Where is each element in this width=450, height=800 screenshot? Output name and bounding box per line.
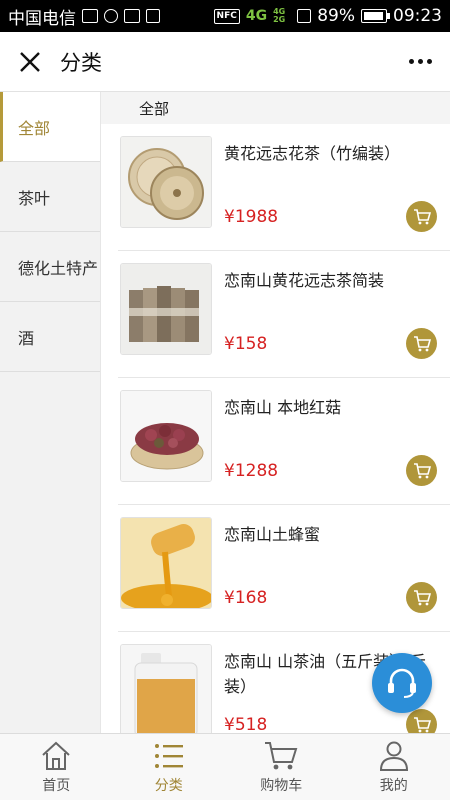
product-item[interactable]: 恋南山土蜂蜜 ¥168 <box>118 505 450 632</box>
sidebar-item-tea[interactable]: 茶叶 <box>0 162 100 232</box>
add-to-cart-button[interactable] <box>406 201 437 232</box>
user-icon <box>379 741 408 771</box>
tab-cart[interactable]: 购物车 <box>225 734 338 800</box>
nfc-icon: NFC <box>213 8 240 24</box>
close-icon <box>20 51 40 72</box>
tab-profile[interactable]: 我的 <box>338 734 450 800</box>
product-list-panel: 全部 黄花远志花茶（竹编装） ¥1988 恋南山黄花远志茶简装 ¥158 恋南山… <box>101 92 450 733</box>
status-bar: 中国电信 NFC 4G 4G 2G 89% 09:23 <box>0 0 450 32</box>
cart-icon <box>413 716 431 732</box>
keyboard-notification-icon <box>124 9 140 23</box>
tab-label: 分类 <box>154 778 183 794</box>
add-to-cart-button[interactable] <box>406 328 437 359</box>
tab-label: 首页 <box>42 778 71 794</box>
tab-category[interactable]: 分类 <box>113 734 226 800</box>
product-item[interactable]: 恋南山 本地红菇 ¥1288 <box>118 378 450 505</box>
product-name: 恋南山黄花远志茶简装 <box>224 271 385 290</box>
tab-home[interactable]: 首页 <box>0 734 113 800</box>
signal-icon <box>297 9 312 23</box>
sidebar-item-dehua-specialty[interactable]: 德化土特产 <box>0 232 100 302</box>
product-price: ¥168 <box>224 588 268 608</box>
product-name: 黄花远志花茶（竹编装） <box>224 144 401 163</box>
tab-label: 购物车 <box>260 778 303 794</box>
cart-icon <box>265 742 298 770</box>
huawei-notification-icon <box>104 9 118 23</box>
clock: 09:23 <box>393 6 442 26</box>
battery-icon <box>361 9 390 23</box>
image-notification-icon <box>82 9 98 23</box>
sidebar-item-all[interactable]: 全部 <box>0 92 100 162</box>
tab-label: 我的 <box>379 778 408 794</box>
network-dual-icon: 4G 2G <box>273 7 286 24</box>
add-to-cart-button[interactable] <box>406 455 437 486</box>
more-button[interactable] <box>390 32 450 92</box>
carrier-name: 中国电信 <box>8 8 76 29</box>
home-icon <box>42 741 70 770</box>
product-price: ¥1988 <box>224 207 279 227</box>
product-image[interactable] <box>120 517 212 609</box>
product-item[interactable]: 恋南山黄花远志茶简装 ¥158 <box>118 251 450 378</box>
product-image[interactable] <box>120 390 212 482</box>
product-price: ¥158 <box>224 334 268 354</box>
cart-icon <box>413 589 431 605</box>
product-price: ¥518 <box>224 715 268 733</box>
cart-icon <box>413 462 431 478</box>
product-image[interactable] <box>120 263 212 355</box>
bottom-tab-bar: 首页 分类 购物车 我的 <box>0 733 450 800</box>
battery-percent: 89% <box>317 6 355 26</box>
more-icon <box>408 59 432 64</box>
close-button[interactable] <box>0 32 60 92</box>
list-icon <box>154 744 183 768</box>
customer-service-button[interactable] <box>372 653 432 713</box>
page-title: 分类 <box>60 50 102 75</box>
headset-icon <box>388 668 416 698</box>
sidebar-item-liquor[interactable]: 酒 <box>0 302 100 372</box>
product-name: 恋南山土蜂蜜 <box>224 525 321 544</box>
network-type: 4G <box>245 8 268 24</box>
product-image[interactable] <box>120 644 212 733</box>
category-sidebar: 全部 茶叶 德化土特产 酒 <box>0 92 101 733</box>
product-price: ¥1288 <box>224 461 279 481</box>
add-to-cart-button[interactable] <box>406 709 437 733</box>
nav-header: 分类 <box>0 32 450 92</box>
add-to-cart-button[interactable] <box>406 582 437 613</box>
sim-notification-icon <box>146 9 160 23</box>
cart-icon <box>413 335 431 351</box>
category-header: 全部 <box>101 92 450 124</box>
cart-icon <box>413 208 431 224</box>
product-item[interactable]: 黄花远志花茶（竹编装） ¥1988 <box>118 124 450 251</box>
product-image[interactable] <box>120 136 212 228</box>
product-name: 恋南山 本地红菇 <box>224 398 342 417</box>
